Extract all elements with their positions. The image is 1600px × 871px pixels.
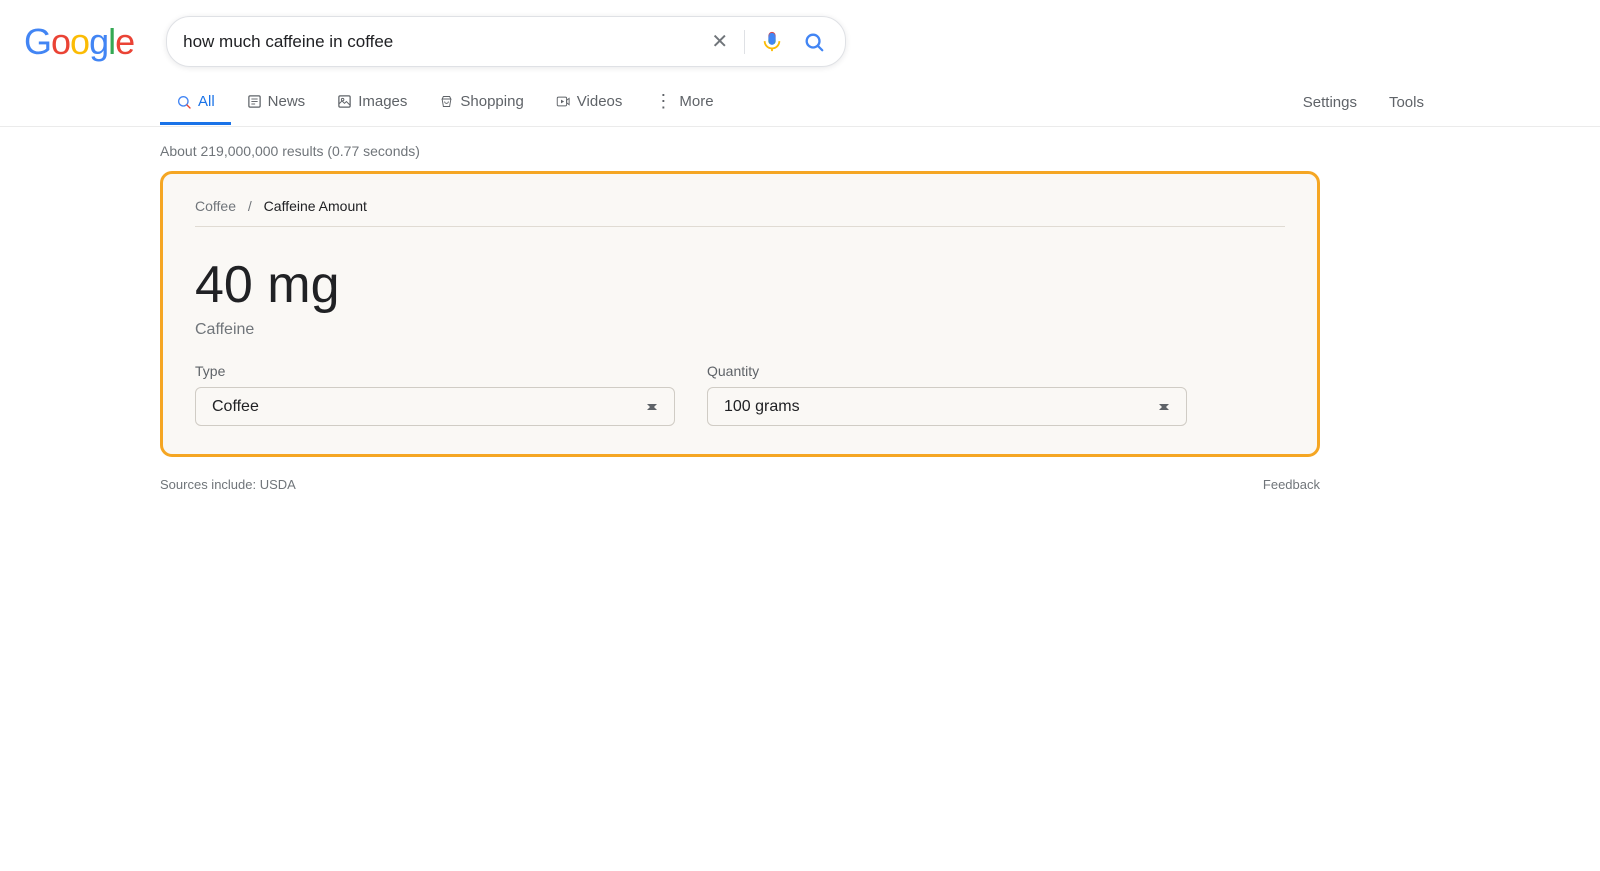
caffeine-amount: 40 mg — [195, 255, 1285, 315]
tab-more[interactable]: ⋮ More — [638, 79, 729, 127]
more-dots-icon: ⋮ — [654, 91, 673, 112]
selectors-row: Type Coffee Espresso Tea Energy Drink Qu… — [195, 363, 1285, 426]
search-bar: how much caffeine in coffee ✕ — [166, 16, 846, 67]
main-content: Coffee / Caffeine Amount 40 mg Caffeine … — [0, 171, 1600, 457]
search-icon — [803, 31, 825, 53]
all-tab-icon — [176, 94, 192, 110]
mic-icon — [761, 31, 783, 53]
breadcrumb: Coffee / Caffeine Amount — [195, 198, 1285, 214]
google-logo[interactable]: Google — [24, 21, 134, 63]
search-divider — [744, 30, 745, 54]
feedback-link[interactable]: Feedback — [1263, 477, 1320, 492]
shopping-tab-icon — [439, 94, 454, 109]
type-select[interactable]: Coffee Espresso Tea Energy Drink — [195, 387, 675, 426]
tab-images[interactable]: Images — [321, 81, 423, 125]
breadcrumb-separator: / — [248, 198, 252, 214]
search-input[interactable]: how much caffeine in coffee — [183, 32, 695, 52]
tab-all[interactable]: All — [160, 81, 231, 125]
card-divider — [195, 226, 1285, 227]
tab-shopping[interactable]: Shopping — [423, 81, 539, 125]
images-tab-icon — [337, 94, 352, 109]
quantity-label: Quantity — [707, 363, 1187, 379]
videos-tab-icon — [556, 94, 571, 109]
sources-text: Sources include: USDA — [160, 477, 296, 492]
breadcrumb-current: Caffeine Amount — [264, 198, 367, 214]
news-tab-icon — [247, 94, 262, 109]
type-label: Type — [195, 363, 675, 379]
search-bar-icons: ✕ — [707, 25, 829, 58]
results-count: About 219,000,000 results (0.77 seconds) — [0, 127, 1600, 171]
tab-videos[interactable]: Videos — [540, 81, 639, 125]
header: Google how much caffeine in coffee ✕ — [0, 0, 1600, 79]
quantity-selector-group: Quantity 100 grams 1 cup (240 ml) 1 oz 1… — [707, 363, 1187, 426]
type-selector-group: Type Coffee Espresso Tea Energy Drink — [195, 363, 675, 426]
search-button[interactable] — [799, 27, 829, 57]
tab-news[interactable]: News — [231, 81, 322, 125]
nav-tabs: All News Images Shopping Vide — [0, 79, 1600, 127]
nav-right: Settings Tools — [1287, 82, 1440, 123]
settings-link[interactable]: Settings — [1287, 82, 1373, 123]
sources-footer: Sources include: USDA Feedback — [0, 465, 1480, 504]
tools-link[interactable]: Tools — [1373, 82, 1440, 123]
clear-button[interactable]: ✕ — [707, 25, 732, 58]
quantity-select[interactable]: 100 grams 1 cup (240 ml) 1 oz 1 tbsp — [707, 387, 1187, 426]
featured-snippet-card: Coffee / Caffeine Amount 40 mg Caffeine … — [160, 171, 1320, 457]
caffeine-label: Caffeine — [195, 321, 1285, 339]
voice-search-button[interactable] — [757, 27, 787, 57]
breadcrumb-link[interactable]: Coffee — [195, 198, 236, 214]
